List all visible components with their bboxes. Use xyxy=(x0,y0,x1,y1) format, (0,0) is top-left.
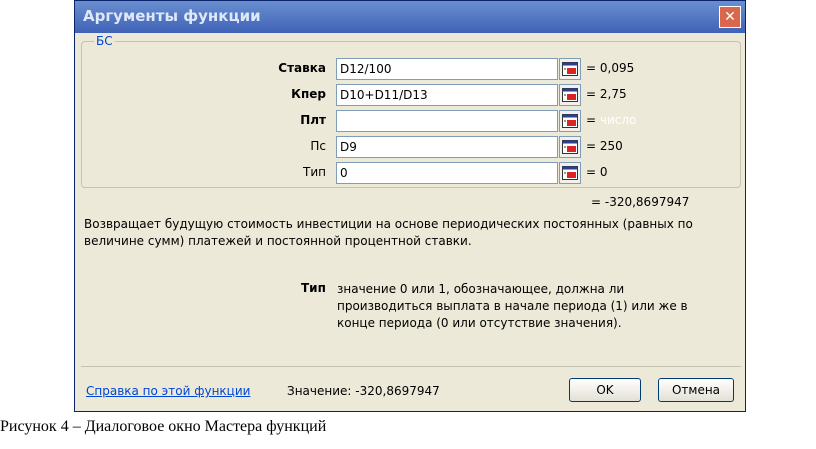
selected-arg-name: Тип xyxy=(301,281,326,295)
collapse-dialog-button[interactable] xyxy=(559,162,581,184)
collapse-dialog-button[interactable] xyxy=(559,58,581,80)
value-text: -320,8697947 xyxy=(355,384,440,398)
collapse-dialog-button[interactable] xyxy=(559,136,581,158)
arg-result: = 0,095 xyxy=(586,61,635,75)
function-name: БС xyxy=(94,34,115,48)
close-button[interactable]: ✕ xyxy=(719,6,741,28)
function-group: БС Ставка D12/100 = 0,095 Кпер D10+D11/D… xyxy=(81,34,741,188)
arg-input-pv[interactable]: D9 xyxy=(336,136,558,158)
arg-result: = число xyxy=(586,113,637,127)
arg-row-rate: Ставка D12/100 = 0,095 xyxy=(82,58,740,80)
collapse-dialog-icon xyxy=(562,166,578,180)
formula-value: Значение: -320,8697947 xyxy=(287,384,440,398)
ok-button[interactable]: OK xyxy=(569,378,641,402)
cancel-button[interactable]: Отмена xyxy=(658,378,734,402)
function-arguments-dialog: Аргументы функции ✕ БС Ставка D12/100 = … xyxy=(74,0,746,412)
arg-input-nper[interactable]: D10+D11/D13 xyxy=(336,84,558,106)
arg-label: Пс xyxy=(310,139,326,153)
arg-label: Плт xyxy=(300,113,326,127)
arg-row-nper: Кпер D10+D11/D13 = 2,75 xyxy=(82,84,740,106)
arg-result: = 250 xyxy=(586,139,623,153)
figure-caption: Рисунок 4 – Диалоговое окно Мастера функ… xyxy=(0,418,327,435)
collapse-dialog-icon xyxy=(562,114,578,128)
arg-result: = 2,75 xyxy=(586,87,627,101)
selected-arg-description: значение 0 или 1, обозначающее, должна л… xyxy=(337,282,688,330)
dialog-title: Аргументы функции xyxy=(83,7,261,25)
arg-input-rate[interactable]: D12/100 xyxy=(336,58,558,80)
close-icon: ✕ xyxy=(724,9,736,25)
arg-row-pv: Пс D9 = 250 xyxy=(82,136,740,158)
collapse-dialog-button[interactable] xyxy=(559,84,581,106)
divider xyxy=(81,366,741,367)
function-description: Возвращает будущую стоимость инвестиции … xyxy=(84,217,693,248)
arg-result: = 0 xyxy=(586,165,608,179)
collapse-dialog-icon xyxy=(562,62,578,76)
collapse-dialog-icon xyxy=(562,88,578,102)
arg-type-hint: число xyxy=(599,113,637,127)
arg-label: Кпер xyxy=(291,87,326,101)
value-label: Значение: xyxy=(287,384,352,398)
title-bar[interactable]: Аргументы функции ✕ xyxy=(75,1,745,33)
collapse-dialog-icon xyxy=(562,140,578,154)
arg-row-pmt: Плт = число xyxy=(82,110,740,132)
arg-label: Ставка xyxy=(278,61,326,75)
arg-input-pmt[interactable] xyxy=(336,110,558,132)
collapse-dialog-button[interactable] xyxy=(559,110,581,132)
arg-row-type: Тип 0 = 0 xyxy=(82,162,740,184)
arg-label: Тип xyxy=(303,165,326,179)
formula-result: = -320,8697947 xyxy=(591,195,690,209)
help-link[interactable]: Справка по этой функции xyxy=(86,384,250,398)
arg-input-type[interactable]: 0 xyxy=(336,162,558,184)
